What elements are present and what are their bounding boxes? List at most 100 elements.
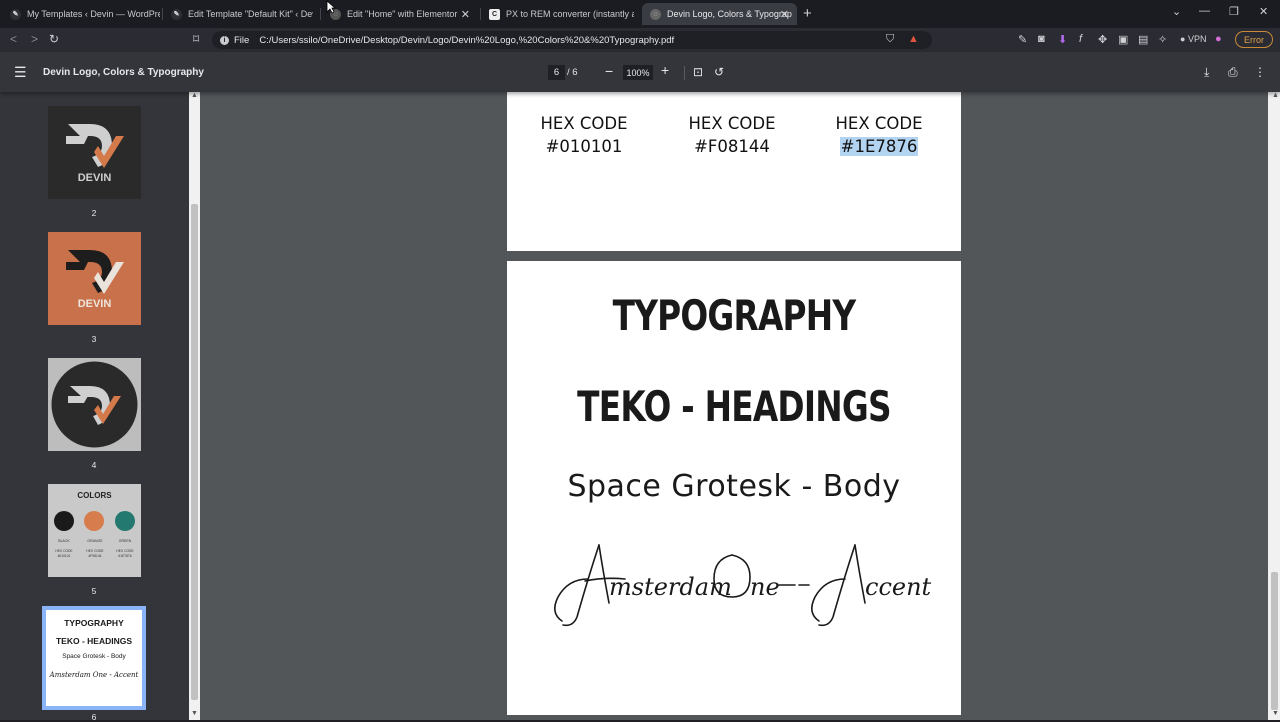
swatch-caption: BLACK: [58, 539, 70, 543]
green-swatch: [115, 511, 135, 531]
page-total: / 6: [567, 67, 578, 78]
globe-icon: ◌: [650, 8, 661, 20]
tab-px-to-rem[interactable]: C PX to REM converter (instantly and: [481, 3, 634, 25]
tab-devin-pdf[interactable]: ◌ Devin Logo, Colors & Typograp ✕: [642, 3, 797, 25]
sidebar-scrollbar-thumb[interactable]: [191, 204, 198, 700]
menu-icon[interactable]: ☰: [14, 65, 27, 79]
hex-code-value: #010101: [545, 137, 623, 156]
thumbnail-page-5[interactable]: COLORS BLACK ORANGE GREEN HEX CODE #0101…: [48, 484, 141, 577]
close-tab-icon[interactable]: ✕: [461, 8, 470, 21]
scroll-up-arrow-icon[interactable]: ▲: [1272, 92, 1279, 99]
selected-hex-text[interactable]: #1E7876: [839, 137, 919, 156]
document-title: Devin Logo, Colors & Typography: [43, 67, 204, 78]
typography-heading: TYPOGRAPHY: [612, 291, 857, 340]
tab-edit-template[interactable]: ✎ Edit Template "Default Kit" ‹ Devin -: [163, 3, 313, 25]
thumbnail-devin-label: DEVIN: [77, 172, 112, 184]
black-swatch: [54, 511, 74, 531]
tab-label: My Templates ‹ Devin — WordPress: [27, 9, 160, 19]
thumbnail-number: 6: [91, 712, 97, 722]
hex-code-value-selected: #1E7876: [809, 135, 949, 158]
scroll-up-arrow-icon[interactable]: ▲: [191, 92, 198, 99]
rotate-icon[interactable]: ↺: [714, 65, 724, 79]
devin-logo-icon: [66, 124, 124, 168]
hex-code-block-black: HEX CODE #010101: [514, 112, 654, 158]
extensions-icon[interactable]: ✥: [1098, 33, 1107, 46]
script-text-part: ccent: [865, 573, 932, 601]
thumbnail-page-4[interactable]: [48, 358, 141, 451]
close-tab-icon[interactable]: ✕: [780, 8, 789, 21]
thumbnail-page-2[interactable]: DEVIN: [48, 106, 141, 199]
leo-icon[interactable]: ✧: [1158, 33, 1167, 46]
pdf-page-6: TYPOGRAPHY TEKO - HEADINGS Space Grotesk…: [507, 261, 961, 715]
download-icon[interactable]: ⤓: [1204, 65, 1209, 80]
toolbar-divider: [684, 66, 685, 80]
font-icon[interactable]: f: [1079, 33, 1082, 45]
thumbnail-number: 4: [91, 460, 97, 470]
thumbnail-line: Space Grotesk - Body: [62, 653, 126, 660]
tab-label: PX to REM converter (instantly and: [506, 9, 634, 19]
thumbnail-page-6[interactable]: TYPOGRAPHY TEKO - HEADINGS Space Grotesk…: [42, 606, 146, 710]
forward-button[interactable]: >: [31, 32, 38, 46]
browser-tab-strip: ✎ My Templates ‹ Devin — WordPress ✎ Edi…: [0, 0, 1280, 28]
document-scrollbar-thumb[interactable]: [1271, 572, 1278, 710]
scroll-down-arrow-icon[interactable]: ▼: [191, 710, 198, 717]
thumbnail-sidebar: DEVIN 2 DEVIN 3 4 COLORS BLACK ORANGE GR…: [0, 92, 200, 722]
space-grotesk-body-sample: Space Grotesk - Body: [567, 469, 901, 504]
orange-swatch: [84, 511, 104, 531]
hex-code-value: #F08144: [694, 137, 770, 156]
vpn-button[interactable]: ● VPN: [1180, 34, 1206, 44]
shield-icon[interactable]: ⛉: [886, 33, 894, 46]
script-accent-lettering: msterdam ne ccent: [554, 544, 932, 627]
wallet-icon[interactable]: ▤: [1138, 33, 1148, 46]
tab-my-templates[interactable]: ✎ My Templates ‹ Devin — WordPress: [2, 3, 160, 25]
swatch-code: HEX CODE #010101: [55, 549, 73, 558]
vpn-label: VPN: [1187, 34, 1207, 44]
thumbnail-line: TEKO - HEADINGS: [55, 636, 133, 646]
tab-elementor[interactable]: ◌ Edit "Home" with Elementor ✕: [322, 3, 478, 25]
url-field[interactable]: i File C:/Users/ssilo/OneDrive/Desktop/D…: [212, 31, 932, 49]
pen-icon[interactable]: ✎: [1018, 33, 1027, 46]
hex-code-block-green: HEX CODE #1E7876: [809, 112, 949, 158]
fit-page-icon[interactable]: ⊡: [693, 65, 703, 79]
download-ext-icon[interactable]: ⬇: [1058, 33, 1067, 46]
scroll-down-arrow-icon[interactable]: ▼: [1272, 710, 1279, 717]
hex-code-label: HEX CODE: [540, 114, 628, 133]
tab-search-chevron-icon[interactable]: ⌄: [1172, 5, 1181, 18]
profile-avatar[interactable]: ●: [1215, 33, 1222, 45]
zoom-input[interactable]: 100%: [623, 65, 653, 80]
camera-icon[interactable]: ◙: [1038, 33, 1045, 45]
wordpress-favicon-icon: ✎: [171, 8, 182, 20]
url-text[interactable]: C:/Users/ssilo/OneDrive/Desktop/Devin/Lo…: [259, 35, 674, 46]
minimize-button[interactable]: —: [1199, 5, 1210, 17]
print-icon[interactable]: ⎙: [1228, 65, 1238, 80]
pdf-page-5: HEX CODE #010101 HEX CODE #F08144 HEX CO…: [507, 92, 961, 251]
converter-favicon-icon: C: [489, 8, 500, 20]
script-text-part: msterdam: [609, 573, 732, 601]
pdf-toolbar: ☰ Devin Logo, Colors & Typography 6 / 6 …: [0, 52, 1280, 92]
zoom-out-button[interactable]: −: [605, 63, 613, 79]
sidebar-icon[interactable]: ▣: [1118, 33, 1128, 46]
thumbnail-colors-label: COLORS: [77, 491, 112, 500]
rewards-icon[interactable]: ▲: [908, 33, 919, 45]
zoom-in-button[interactable]: +: [661, 62, 669, 78]
page-number-input[interactable]: 6: [548, 65, 565, 80]
new-tab-button[interactable]: +: [803, 5, 812, 22]
devin-logo-badge-icon: [51, 361, 138, 448]
reload-button[interactable]: ↻: [49, 32, 59, 46]
error-button[interactable]: Error: [1235, 31, 1273, 48]
thumbnail-number: 2: [91, 208, 97, 218]
script-text-part: ne: [750, 573, 780, 601]
more-options-icon[interactable]: ⋮: [1254, 65, 1266, 79]
wordpress-favicon-icon: ✎: [10, 8, 21, 20]
address-toolbar: < > ↻ ⌑ i File C:/Users/ssilo/OneDrive/D…: [0, 28, 1280, 52]
tab-label: Edit "Home" with Elementor: [347, 9, 458, 19]
close-window-button[interactable]: ✕: [1259, 5, 1268, 18]
bookmark-icon[interactable]: ⌑: [193, 32, 199, 46]
swatch-code: HEX CODE #1E7876: [116, 549, 134, 558]
restore-button[interactable]: ❐: [1229, 5, 1239, 18]
thumbnail-page-3[interactable]: DEVIN: [48, 232, 141, 325]
back-button[interactable]: <: [10, 32, 17, 46]
tab-label: Devin Logo, Colors & Typograp: [667, 9, 792, 19]
pdf-document-area[interactable]: HEX CODE #010101 HEX CODE #F08144 HEX CO…: [200, 92, 1268, 720]
info-icon[interactable]: i: [220, 35, 229, 45]
